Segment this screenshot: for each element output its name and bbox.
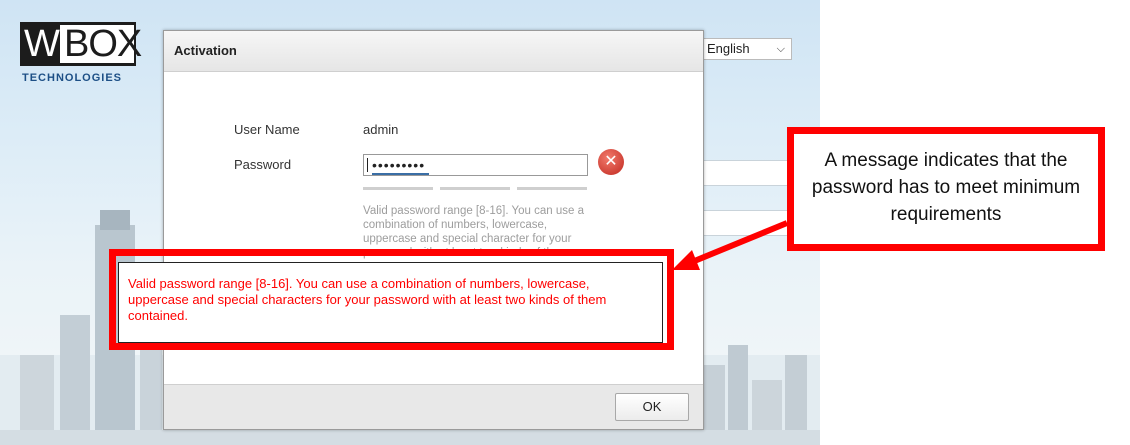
logo-mark: W BOX bbox=[20, 22, 142, 66]
logo-subtitle: TECHNOLOGIES bbox=[22, 72, 123, 84]
password-input[interactable]: ••••••••• bbox=[363, 154, 588, 176]
dialog-header: Activation bbox=[164, 31, 703, 72]
password-strength-bar-weak bbox=[363, 187, 433, 190]
language-select[interactable]: English ⌵ bbox=[700, 38, 792, 60]
language-selected-value: English bbox=[707, 41, 750, 56]
annotation-note: A message indicates that the password ha… bbox=[787, 127, 1105, 251]
activation-dialog: Activation User Name admin Password ••••… bbox=[163, 30, 704, 430]
dialog-title: Activation bbox=[174, 43, 237, 58]
password-masked-value: ••••••••• bbox=[372, 157, 430, 175]
close-error-icon[interactable]: ✕ bbox=[598, 149, 624, 175]
dialog-footer: OK bbox=[164, 384, 703, 429]
password-label: Password bbox=[234, 157, 292, 172]
ok-button[interactable]: OK bbox=[615, 393, 689, 421]
username-label: User Name bbox=[234, 122, 300, 137]
password-strength-bar-medium bbox=[440, 187, 510, 190]
text-caret bbox=[367, 158, 368, 172]
wbox-logo: W BOX TECHNOLOGIES bbox=[20, 22, 142, 92]
annotation-note-text: A message indicates that the password ha… bbox=[811, 150, 1081, 225]
enlarged-message-box: Valid password range [8-16]. You can use… bbox=[118, 262, 663, 343]
chevron-down-icon: ⌵ bbox=[776, 43, 785, 55]
enlarged-message-text: Valid password range [8-16]. You can use… bbox=[128, 276, 607, 323]
password-strength-bar-strong bbox=[517, 187, 587, 190]
logo-letter: W bbox=[24, 23, 60, 65]
logo-word: BOX bbox=[60, 25, 142, 63]
username-value: admin bbox=[363, 122, 399, 137]
